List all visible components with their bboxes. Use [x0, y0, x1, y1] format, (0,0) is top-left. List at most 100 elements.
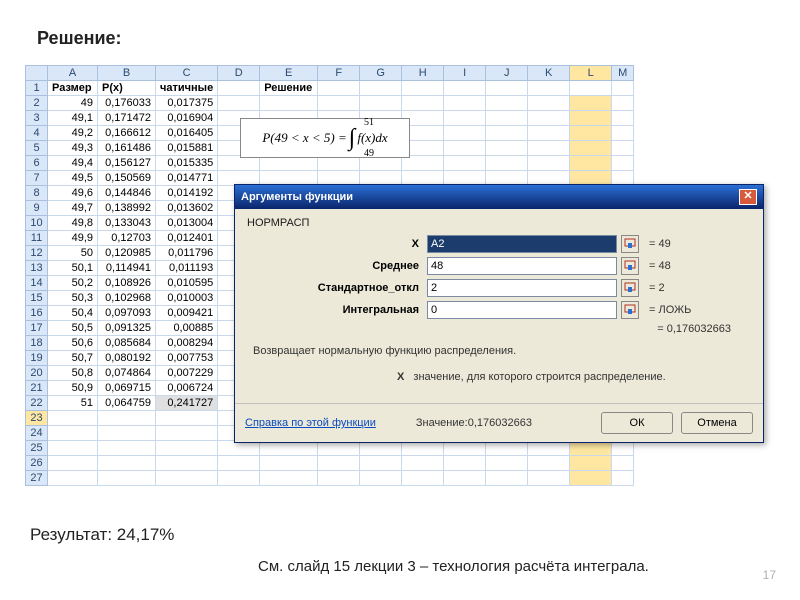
row-2[interactable]: 2: [26, 96, 48, 111]
cell-K26[interactable]: [528, 456, 570, 471]
cell-H2[interactable]: [402, 96, 444, 111]
cell-B16[interactable]: 0,097093: [98, 306, 156, 321]
cell-K1[interactable]: [528, 81, 570, 96]
cell-M27[interactable]: [612, 471, 634, 486]
cell-D2[interactable]: [218, 96, 260, 111]
cell-A23[interactable]: [48, 411, 98, 426]
cell-K4[interactable]: [528, 126, 570, 141]
cell-A26[interactable]: [48, 456, 98, 471]
cell-D26[interactable]: [218, 456, 260, 471]
cell-A6[interactable]: 49,4: [48, 156, 98, 171]
cell-C25[interactable]: [156, 441, 218, 456]
cell-A27[interactable]: [48, 471, 98, 486]
row-27[interactable]: 27: [26, 471, 48, 486]
row-15[interactable]: 15: [26, 291, 48, 306]
cell-A5[interactable]: 49,3: [48, 141, 98, 156]
cell-C2[interactable]: 0,017375: [156, 96, 218, 111]
cell-A20[interactable]: 50,8: [48, 366, 98, 381]
cell-A9[interactable]: 49,7: [48, 201, 98, 216]
arg-input-X[interactable]: [427, 235, 617, 253]
cell-L27[interactable]: [570, 471, 612, 486]
row-20[interactable]: 20: [26, 366, 48, 381]
col-G[interactable]: G: [360, 66, 402, 81]
cell-C1[interactable]: чатичные: [156, 81, 218, 96]
row-11[interactable]: 11: [26, 231, 48, 246]
cell-B13[interactable]: 0,114941: [98, 261, 156, 276]
cell-M4[interactable]: [612, 126, 634, 141]
row-25[interactable]: 25: [26, 441, 48, 456]
cell-C22[interactable]: 0,241727: [156, 396, 218, 411]
cell-B4[interactable]: 0,166612: [98, 126, 156, 141]
cell-E2[interactable]: [260, 96, 318, 111]
cell-B18[interactable]: 0,085684: [98, 336, 156, 351]
cell-D1[interactable]: [218, 81, 260, 96]
dialog-titlebar[interactable]: Аргументы функции ✕: [235, 185, 763, 209]
range-select-icon[interactable]: [621, 279, 639, 297]
cell-C4[interactable]: 0,016405: [156, 126, 218, 141]
cell-J5[interactable]: [486, 141, 528, 156]
row-10[interactable]: 10: [26, 216, 48, 231]
cell-B22[interactable]: 0,064759: [98, 396, 156, 411]
cell-B8[interactable]: 0,144846: [98, 186, 156, 201]
cell-B26[interactable]: [98, 456, 156, 471]
cell-A13[interactable]: 50,1: [48, 261, 98, 276]
cell-I4[interactable]: [444, 126, 486, 141]
cell-B23[interactable]: [98, 411, 156, 426]
cell-L3[interactable]: [570, 111, 612, 126]
cell-B7[interactable]: 0,150569: [98, 171, 156, 186]
cell-H27[interactable]: [402, 471, 444, 486]
row-24[interactable]: 24: [26, 426, 48, 441]
cell-L5[interactable]: [570, 141, 612, 156]
cell-A21[interactable]: 50,9: [48, 381, 98, 396]
cell-E1[interactable]: Решение: [260, 81, 318, 96]
row-8[interactable]: 8: [26, 186, 48, 201]
cell-L4[interactable]: [570, 126, 612, 141]
cell-A16[interactable]: 50,4: [48, 306, 98, 321]
cell-A15[interactable]: 50,3: [48, 291, 98, 306]
cell-K27[interactable]: [528, 471, 570, 486]
col-H[interactable]: H: [402, 66, 444, 81]
row-1[interactable]: 1: [26, 81, 48, 96]
cell-A22[interactable]: 51: [48, 396, 98, 411]
cell-C20[interactable]: 0,007229: [156, 366, 218, 381]
col-E[interactable]: E: [260, 66, 318, 81]
cell-H26[interactable]: [402, 456, 444, 471]
cell-L2[interactable]: [570, 96, 612, 111]
cell-C10[interactable]: 0,013004: [156, 216, 218, 231]
cell-C11[interactable]: 0,012401: [156, 231, 218, 246]
cell-A17[interactable]: 50,5: [48, 321, 98, 336]
cell-B6[interactable]: 0,156127: [98, 156, 156, 171]
cell-M6[interactable]: [612, 156, 634, 171]
cell-C13[interactable]: 0,011193: [156, 261, 218, 276]
cell-B5[interactable]: 0,161486: [98, 141, 156, 156]
row-14[interactable]: 14: [26, 276, 48, 291]
cell-I27[interactable]: [444, 471, 486, 486]
row-21[interactable]: 21: [26, 381, 48, 396]
cell-J2[interactable]: [486, 96, 528, 111]
cell-B27[interactable]: [98, 471, 156, 486]
cell-C27[interactable]: [156, 471, 218, 486]
row-23[interactable]: 23: [26, 411, 48, 426]
cell-A4[interactable]: 49,2: [48, 126, 98, 141]
cell-A7[interactable]: 49,5: [48, 171, 98, 186]
cell-F1[interactable]: [318, 81, 360, 96]
col-K[interactable]: K: [528, 66, 570, 81]
cell-C15[interactable]: 0,010003: [156, 291, 218, 306]
row-12[interactable]: 12: [26, 246, 48, 261]
range-select-icon[interactable]: [621, 235, 639, 253]
cell-A10[interactable]: 49,8: [48, 216, 98, 231]
cell-A19[interactable]: 50,7: [48, 351, 98, 366]
row-19[interactable]: 19: [26, 351, 48, 366]
cell-A14[interactable]: 50,2: [48, 276, 98, 291]
cell-C18[interactable]: 0,008294: [156, 336, 218, 351]
cell-M5[interactable]: [612, 141, 634, 156]
cell-D27[interactable]: [218, 471, 260, 486]
cell-M3[interactable]: [612, 111, 634, 126]
cell-B19[interactable]: 0,080192: [98, 351, 156, 366]
cell-C5[interactable]: 0,015881: [156, 141, 218, 156]
close-icon[interactable]: ✕: [739, 189, 757, 205]
cell-K5[interactable]: [528, 141, 570, 156]
arg-input-Интегральная[interactable]: [427, 301, 617, 319]
row-5[interactable]: 5: [26, 141, 48, 156]
cell-K3[interactable]: [528, 111, 570, 126]
